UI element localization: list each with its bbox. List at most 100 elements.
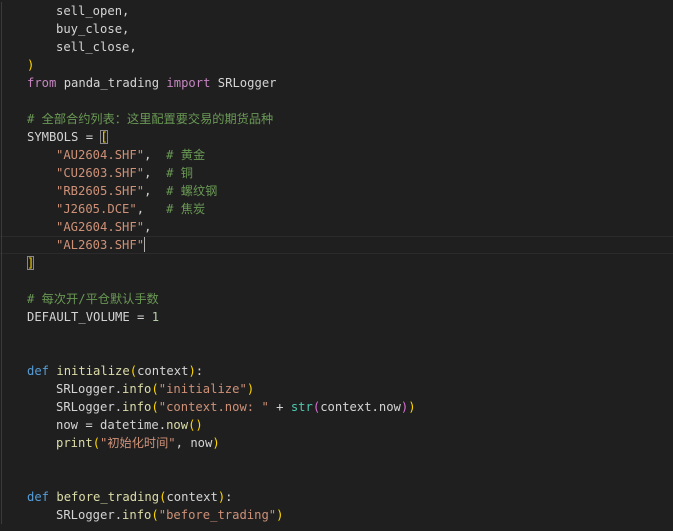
code-line-text: def initialize(context): (27, 362, 203, 380)
code-token: : (195, 364, 204, 378)
code-token: , (136, 202, 167, 216)
code-editor[interactable]: sell_open, buy_close, sell_close,) from pan… (0, 0, 673, 531)
code-line[interactable]: sell_open, (0, 2, 673, 20)
code-token: ) (27, 58, 35, 72)
indent-guide (1, 344, 2, 362)
code-line[interactable] (0, 272, 673, 290)
code-line[interactable]: now = datetime.now() (0, 416, 673, 434)
indent-guide (1, 290, 2, 308)
code-token: ( (129, 364, 138, 378)
code-token: ) (188, 364, 196, 378)
code-line[interactable] (0, 326, 673, 344)
code-token: "context.now: " (158, 400, 269, 414)
code-token: "AL2603.SHF" (56, 238, 145, 252)
code-line[interactable]: "AG2604.SHF", (0, 218, 673, 236)
code-token: # 螺纹钢 (166, 184, 218, 198)
code-token: str (290, 400, 313, 414)
code-token: SRLogger (210, 76, 277, 90)
indent-guide (1, 362, 2, 380)
code-token: panda_trading (56, 76, 167, 90)
code-token: def (27, 490, 50, 504)
code-line-text: now = datetime.now() (27, 416, 203, 434)
indent-guide (1, 200, 2, 218)
code-line-text: # 每次开/平仓默认手数 (27, 290, 159, 308)
code-line[interactable] (0, 92, 673, 110)
code-token: before_trading (56, 490, 160, 504)
code-token: ( (151, 382, 159, 396)
code-token: , (144, 166, 167, 180)
code-line[interactable] (0, 470, 673, 488)
code-token: print (56, 436, 93, 450)
code-line-text: SRLogger.info("before_trading") (27, 506, 284, 524)
code-line[interactable]: DEFAULT_VOLUME = 1 (0, 308, 673, 326)
indent-guide (1, 398, 2, 416)
code-line[interactable]: ] (0, 254, 673, 272)
indent-guide (1, 272, 2, 290)
code-line-text: print("初始化时间", now) (27, 434, 220, 452)
indent-guide (1, 488, 2, 506)
code-line[interactable]: def before_trading(context): (0, 488, 673, 506)
code-line-text: "AU2604.SHF", # 黄金 (27, 146, 205, 164)
code-line[interactable]: SYMBOLS = [ (0, 128, 673, 146)
code-line-text: DEFAULT_VOLUME = 1 (27, 308, 159, 326)
code-line[interactable]: def initialize(context): (0, 362, 673, 380)
code-line[interactable]: SRLogger.info("before_trading") (0, 506, 673, 524)
code-line[interactable]: # 每次开/平仓默认手数 (0, 290, 673, 308)
code-token: "RB2605.SHF" (56, 184, 145, 198)
code-line[interactable]: SRLogger.info("context.now: " + str(cont… (0, 398, 673, 416)
code-token: # 全部合约列表：这里配置要交易的期货品种 (27, 112, 274, 126)
code-token: # 每次开/平仓默认手数 (27, 292, 159, 306)
code-line[interactable]: SRLogger.info("initialize") (0, 380, 673, 398)
code-token: # 铜 (166, 166, 193, 180)
code-line[interactable]: from panda_trading import SRLogger (0, 74, 673, 92)
code-line-text: def before_trading(context): (27, 488, 233, 506)
code-token: "AU2604.SHF" (56, 148, 145, 162)
code-token: SRLogger. (56, 400, 123, 414)
code-token: "J2605.DCE" (56, 202, 137, 216)
indent-guide (1, 416, 2, 434)
code-line[interactable]: "AU2604.SHF", # 黄金 (0, 146, 673, 164)
code-line-text: "CU2603.SHF", # 铜 (27, 164, 193, 182)
code-line[interactable]: # 全部合约列表：这里配置要交易的期货品种 (0, 110, 673, 128)
code-token: SRLogger. (56, 508, 123, 522)
code-line[interactable] (0, 452, 673, 470)
indent-guide (1, 182, 2, 200)
code-token: info (122, 382, 152, 396)
indent-guide (1, 92, 2, 110)
code-token: def (27, 364, 50, 378)
code-token: ( (151, 508, 159, 522)
code-line[interactable]: ) (0, 56, 673, 74)
matched-bracket: [ (100, 130, 108, 144)
code-line[interactable]: "AL2603.SHF" (0, 236, 673, 254)
code-line[interactable]: "CU2603.SHF", # 铜 (0, 164, 673, 182)
code-line-text: ) (27, 56, 34, 74)
code-token: sell_open, (56, 4, 130, 18)
code-token: ) (246, 382, 255, 396)
code-token: "初始化时间" (100, 436, 176, 450)
code-token: "CU2603.SHF" (56, 166, 145, 180)
code-line[interactable]: buy_close, (0, 20, 673, 38)
code-line[interactable]: sell_close, (0, 38, 673, 56)
code-token: initialize (56, 364, 130, 378)
code-line-text: ] (27, 254, 35, 272)
code-token: () (188, 418, 203, 432)
code-token: + (268, 400, 291, 414)
indent-guide (1, 2, 2, 20)
code-token: ( (92, 436, 101, 450)
code-token: from (27, 76, 57, 90)
indent-guide (1, 146, 2, 164)
code-line-text: buy_close, (27, 20, 129, 38)
code-token: "AG2604.SHF" (56, 220, 145, 234)
code-line[interactable] (0, 344, 673, 362)
code-token: , now (175, 436, 213, 450)
code-token: info (122, 508, 152, 522)
code-line[interactable]: print("初始化时间", now) (0, 434, 673, 452)
code-line-text: from panda_trading import SRLogger (27, 74, 277, 92)
code-line[interactable]: "RB2605.SHF", # 螺纹钢 (0, 182, 673, 200)
indent-guide (1, 128, 2, 146)
indent-guide (1, 164, 2, 182)
text-cursor (144, 237, 146, 252)
code-line-text: SRLogger.info("initialize") (27, 380, 254, 398)
code-line[interactable]: "J2605.DCE", # 焦炭 (0, 200, 673, 218)
code-token: DEFAULT_VOLUME = (27, 310, 152, 324)
